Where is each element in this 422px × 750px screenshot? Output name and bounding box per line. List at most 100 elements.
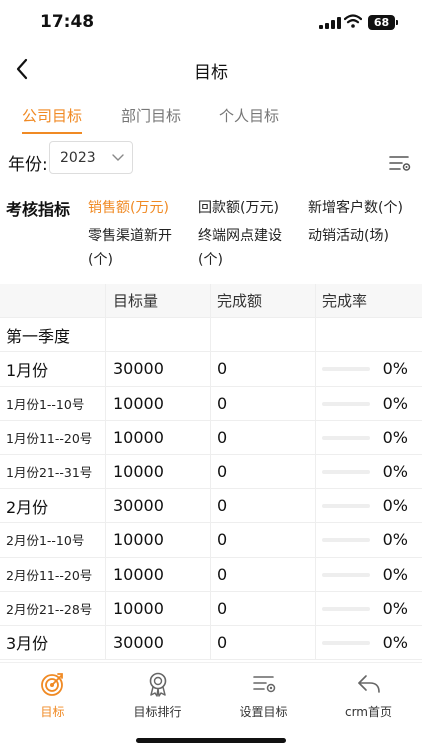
- header-target-label: 目标量: [113, 292, 159, 311]
- done-value: 0: [217, 632, 228, 652]
- metric-collection-label: 回款额(万元): [198, 200, 279, 216]
- year-label: 年份:: [8, 155, 48, 175]
- done-value-cell: 0: [211, 352, 316, 386]
- tab-personal-goals[interactable]: 个人目标: [219, 105, 279, 126]
- bottom-nav-ranking[interactable]: 目标排行: [105, 663, 210, 729]
- progress-bar: [322, 538, 370, 543]
- target-value-cell: 30000: [106, 625, 211, 660]
- target-value: 10000: [113, 598, 164, 618]
- done-value: 0: [217, 496, 228, 516]
- metric-retail-channels-label: 零售渠道新开: [88, 228, 172, 244]
- year-select[interactable]: 2023: [49, 141, 133, 174]
- year-value: 2023: [60, 150, 96, 166]
- table-row: 2月份11--20号 10000 0 0%: [0, 557, 422, 592]
- table-body: 第一季度 1月份 30000 0 0% 1月份1--10号 10000 0 0% 1月份11--2…: [0, 318, 422, 661]
- goal-table: 目标量 完成额 完成率 第一季度 1月份 30000 0 0% 1月份1--10号 1000…: [0, 284, 422, 661]
- bottom-nav-set-goals-label: 设置目标: [239, 705, 288, 719]
- rate-text: 0%: [382, 393, 408, 413]
- rate-value-cell: 0%: [316, 489, 422, 522]
- table-row: 1月份 30000 0 0%: [0, 352, 422, 387]
- status-bar: 17:48 68: [0, 0, 422, 46]
- period-label-cell: 2月份: [0, 489, 106, 523]
- metric-sales-label: 销售额(万元): [88, 200, 169, 216]
- period-label-cell: 2月份11--20号: [0, 557, 106, 591]
- target-value: 10000: [113, 427, 164, 447]
- period-label-cell: 1月份1--10号: [0, 386, 106, 420]
- bottom-nav-ranking-label: 目标排行: [133, 705, 182, 719]
- table-row: 1月份11--20号 10000 0 0%: [0, 420, 422, 455]
- table-row: 1月份21--31号 10000 0 0%: [0, 454, 422, 490]
- done-value-cell: 0: [211, 523, 316, 557]
- period-label: 1月份21--31号: [6, 465, 93, 481]
- bottom-nav: 目标 目标排行 设置目标 crm首页: [0, 662, 422, 728]
- filter-settings-icon[interactable]: [388, 154, 412, 174]
- done-value-cell: 0: [211, 625, 316, 660]
- rate-text: 0%: [382, 427, 408, 447]
- bottom-nav-crm-home[interactable]: crm首页: [316, 663, 421, 729]
- period-label-cell: 1月份11--20号: [0, 420, 106, 454]
- bottom-nav-goals[interactable]: 目标: [0, 663, 105, 729]
- progress-bar: [322, 469, 370, 474]
- status-time: 17:48: [40, 12, 95, 32]
- period-label: 1月份1--10号: [6, 396, 85, 412]
- metric-retail-channels-unit: (个): [88, 252, 113, 268]
- metrics-selector: 考核指标 销售额(万元) 回款额(万元) 新增客户数(个) 零售渠道新开 (个)…: [0, 188, 422, 280]
- done-value: 0: [217, 530, 228, 550]
- year-filter: 年份: 2023: [0, 140, 422, 180]
- wifi-icon: [344, 14, 362, 28]
- target-value-cell: 10000: [106, 557, 211, 591]
- target-icon: [41, 673, 63, 696]
- header-rate-label: 完成率: [322, 292, 368, 311]
- rate-text: 0%: [382, 496, 408, 516]
- done-value: 0: [217, 359, 228, 379]
- target-value-cell: 10000: [106, 523, 211, 557]
- metric-new-customers-label: 新增客户数(个): [308, 200, 403, 216]
- rate-text: 0%: [382, 462, 408, 482]
- rate-value-cell: 0%: [316, 455, 422, 488]
- metric-new-customers[interactable]: 新增客户数(个): [308, 196, 403, 220]
- tab-company-goals[interactable]: 公司目标: [22, 105, 82, 126]
- rate-text: 0%: [382, 530, 408, 550]
- metric-promo-events[interactable]: 动销活动(场): [308, 224, 389, 248]
- target-value-cell: 10000: [106, 591, 211, 625]
- rate-value-cell: 0%: [316, 421, 422, 454]
- period-label-cell: 2月份21--28号: [0, 591, 106, 625]
- target-value: 10000: [113, 462, 164, 482]
- tab-bar: 公司目标 部门目标 个人目标: [0, 96, 422, 136]
- metric-terminal-outlets-unit: (个): [198, 252, 223, 268]
- period-label: 1月份: [6, 360, 49, 380]
- rate-value-cell: [316, 318, 422, 351]
- done-value-cell: 0: [211, 591, 316, 625]
- target-value-cell: [106, 318, 211, 352]
- done-value-cell: 0: [211, 454, 316, 489]
- table-row: 2月份21--28号 10000 0 0%: [0, 591, 422, 626]
- done-value: 0: [217, 598, 228, 618]
- chevron-down-icon: [112, 154, 124, 161]
- period-label: 2月份11--20号: [6, 567, 93, 583]
- rate-text: 0%: [382, 598, 408, 618]
- done-value-cell: 0: [211, 489, 316, 523]
- metric-terminal-outlets[interactable]: 终端网点建设 (个): [198, 224, 282, 272]
- target-value: 10000: [113, 393, 164, 413]
- bottom-nav-set-goals[interactable]: 设置目标: [211, 663, 316, 729]
- signal-icon: [319, 17, 341, 29]
- period-label-cell: 2月份1--10号: [0, 523, 106, 557]
- metric-collection[interactable]: 回款额(万元): [198, 196, 279, 220]
- page-title: 目标: [194, 63, 228, 83]
- rate-value-cell: 0%: [316, 387, 422, 420]
- target-value: 10000: [113, 564, 164, 584]
- progress-bar: [322, 435, 370, 440]
- header-cell-rate: 完成率: [316, 284, 422, 317]
- metric-retail-channels[interactable]: 零售渠道新开 (个): [88, 224, 172, 272]
- done-value-cell: [211, 318, 316, 352]
- bottom-nav-crm-home-label: crm首页: [344, 705, 392, 719]
- rate-text: 0%: [382, 359, 408, 379]
- period-label: 第一季度: [6, 326, 71, 346]
- battery-icon: 68: [368, 15, 398, 30]
- nav-bar: 目标: [0, 46, 422, 92]
- rate-value-cell: 0%: [316, 352, 422, 385]
- metric-sales[interactable]: 销售额(万元): [88, 196, 169, 220]
- done-value-cell: 0: [211, 386, 316, 420]
- tab-department-goals[interactable]: 部门目标: [121, 105, 181, 126]
- header-done-label: 完成额: [217, 292, 263, 311]
